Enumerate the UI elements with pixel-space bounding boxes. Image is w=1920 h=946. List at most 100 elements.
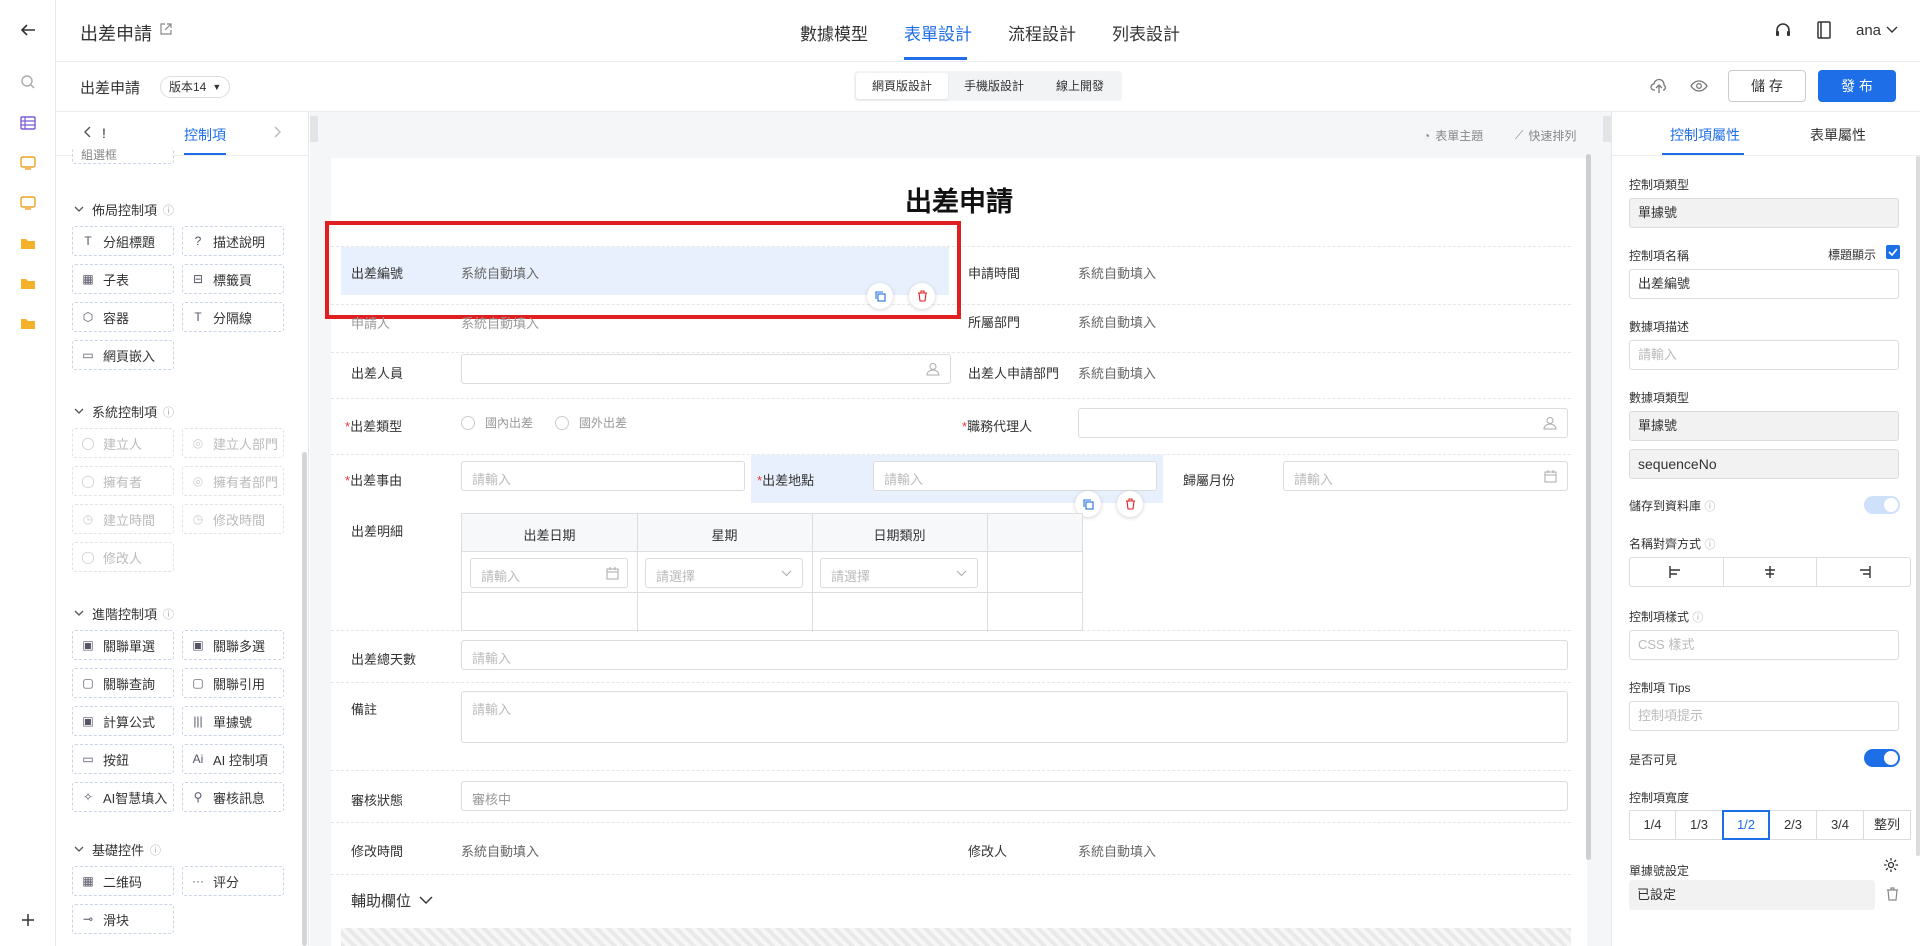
- delete-icon[interactable]: [1117, 491, 1143, 517]
- detail-date-type-select[interactable]: 請選擇: [820, 558, 978, 588]
- collapse-left-handle[interactable]: [310, 116, 318, 142]
- add-icon[interactable]: [16, 908, 40, 932]
- aux-fields-toggle[interactable]: 輔助欄位: [351, 890, 433, 911]
- palette-control-item[interactable]: ◎ 擁有者部門: [182, 466, 284, 496]
- show-title-checkbox[interactable]: [1886, 245, 1900, 259]
- palette-control-item[interactable]: ▦ 二维码: [72, 866, 174, 896]
- book-icon[interactable]: [1816, 21, 1832, 39]
- gear-icon[interactable]: [1883, 857, 1899, 873]
- width-option-1-3[interactable]: 1/3: [1675, 810, 1723, 840]
- palette-control-item[interactable]: ▣ 計算公式: [72, 706, 174, 736]
- props-scrollbar[interactable]: [1916, 156, 1920, 856]
- trash-icon[interactable]: [1886, 887, 1899, 901]
- tab-list-design[interactable]: 列表設計: [1112, 20, 1180, 45]
- mode-mobile[interactable]: 手機版設計: [948, 73, 1040, 99]
- palette-control-item[interactable]: ◷ 修改時間: [182, 504, 284, 534]
- palette-control-item[interactable]: Ai AI 控制項: [182, 744, 284, 774]
- tab-data-model[interactable]: 數據模型: [800, 20, 868, 45]
- palette-control-item[interactable]: T 分組標題: [72, 226, 174, 256]
- chevron-left-icon[interactable]: [84, 126, 92, 138]
- palette-control-item[interactable]: ▣ 關聯單選: [72, 630, 174, 660]
- mode-web[interactable]: 網頁版設計: [856, 73, 949, 99]
- folder-icon-2[interactable]: [16, 271, 40, 295]
- status-input[interactable]: 審核中: [461, 781, 1568, 811]
- save-button[interactable]: 儲 存: [1728, 70, 1806, 102]
- delete-icon[interactable]: [909, 283, 935, 309]
- place-input[interactable]: 請輸入: [873, 461, 1157, 491]
- form-theme-button[interactable]: ◔ 表單主題: [1423, 127, 1483, 144]
- palette-tab-controls[interactable]: 控制項: [184, 125, 226, 145]
- month-date-input[interactable]: 請輸入: [1283, 461, 1568, 491]
- agent-picker[interactable]: [1078, 408, 1568, 438]
- detail-date-input[interactable]: 請輸入: [470, 558, 628, 588]
- form-app-icon[interactable]: [16, 151, 40, 175]
- palette-section-header[interactable]: 系統控制項 ⓘ: [74, 402, 174, 421]
- palette-tab-outline[interactable]: !: [102, 125, 106, 141]
- align-right-icon[interactable]: [1817, 558, 1910, 586]
- radio-domestic[interactable]: 國內出差: [461, 414, 533, 431]
- search-icon[interactable]: [16, 70, 40, 94]
- traveler-picker[interactable]: [461, 354, 951, 384]
- palette-control-item[interactable]: ||| 單據號: [182, 706, 284, 736]
- width-option-3-4[interactable]: 3/4: [1816, 810, 1864, 840]
- tab-form-props[interactable]: 表單屬性: [1810, 125, 1866, 145]
- palette-control-item[interactable]: ✧ AI智慧填入: [72, 782, 174, 812]
- detail-weekday-select[interactable]: 請選擇: [645, 558, 803, 588]
- palette-section-header[interactable]: 佈局控制項 ⓘ: [74, 200, 174, 219]
- tab-flow-design[interactable]: 流程設計: [1008, 20, 1076, 45]
- mode-online-dev[interactable]: 線上開發: [1040, 73, 1120, 99]
- tips-input[interactable]: 控制項提示: [1629, 701, 1899, 731]
- version-select[interactable]: 版本14 ▼: [160, 76, 231, 98]
- css-style-input[interactable]: CSS 樣式: [1629, 630, 1899, 660]
- quick-arrange-button[interactable]: ⟋ 快速排列: [1515, 127, 1576, 144]
- tab-control-props[interactable]: 控制項屬性: [1670, 125, 1740, 145]
- align-center-icon[interactable]: [1724, 558, 1818, 586]
- width-option-1-2[interactable]: 1/2: [1722, 810, 1770, 840]
- palette-control-item[interactable]: ⬡ 容器: [72, 302, 174, 332]
- palette-section-header[interactable]: 進階控制項 ⓘ: [74, 604, 174, 623]
- palette-control-item[interactable]: ? 描述說明: [182, 226, 284, 256]
- palette-control-item[interactable]: ◎ 建立人部門: [182, 428, 284, 458]
- palette-control-item[interactable]: ◯ 修改人: [72, 542, 174, 572]
- form-app-icon-2[interactable]: [16, 191, 40, 215]
- palette-control-item[interactable]: ◯ 擁有者: [72, 466, 174, 496]
- control-name-input[interactable]: 出差編號: [1629, 269, 1899, 299]
- palette-control-item[interactable]: ▢ 關聯查詢: [72, 668, 174, 698]
- palette-control-item[interactable]: ▢ 關聯引用: [182, 668, 284, 698]
- width-option-full[interactable]: 整列: [1863, 810, 1911, 840]
- remark-textarea[interactable]: 請輸入: [461, 691, 1568, 743]
- palette-control-item[interactable]: ▣ 關聯多選: [182, 630, 284, 660]
- palette-control-item[interactable]: ⊟ 標籤頁: [182, 264, 284, 294]
- total-days-input[interactable]: 請輸入: [461, 640, 1568, 670]
- chevron-right-icon[interactable]: [273, 126, 281, 138]
- width-option-1-4[interactable]: 1/4: [1629, 810, 1676, 840]
- collapse-right-handle[interactable]: [1603, 116, 1611, 142]
- external-link-icon[interactable]: [160, 23, 172, 35]
- width-option-2-3[interactable]: 2/3: [1769, 810, 1817, 840]
- palette-scrollbar[interactable]: [302, 452, 307, 946]
- copy-icon[interactable]: [867, 283, 893, 309]
- publish-button[interactable]: 發 布: [1818, 70, 1896, 102]
- reason-input[interactable]: 請輸入: [461, 461, 745, 491]
- cloud-upload-icon[interactable]: [1650, 78, 1668, 94]
- palette-item-cut[interactable]: 組選框: [72, 148, 174, 164]
- palette-control-item[interactable]: T 分隔線: [182, 302, 284, 332]
- back-arrow-icon[interactable]: [16, 18, 40, 42]
- palette-control-item[interactable]: ··· 评分: [182, 866, 284, 896]
- preview-eye-icon[interactable]: [1690, 79, 1708, 93]
- folder-icon[interactable]: [16, 231, 40, 255]
- headset-icon[interactable]: [1774, 21, 1792, 39]
- palette-control-item[interactable]: ▭ 按鈕: [72, 744, 174, 774]
- tab-form-design[interactable]: 表單設計: [904, 20, 972, 45]
- palette-control-item[interactable]: ◷ 建立時間: [72, 504, 174, 534]
- palette-control-item[interactable]: ⚲ 審核訊息: [182, 782, 284, 812]
- align-left-icon[interactable]: [1630, 558, 1724, 586]
- canvas-scrollbar[interactable]: [1586, 154, 1591, 860]
- palette-control-item[interactable]: ▭ 網頁嵌入: [72, 340, 174, 370]
- visible-toggle[interactable]: [1864, 749, 1900, 767]
- folder-icon-3[interactable]: [16, 311, 40, 335]
- radio-overseas[interactable]: 國外出差: [555, 414, 627, 431]
- user-name[interactable]: ana: [1856, 22, 1881, 39]
- store-db-toggle[interactable]: [1864, 496, 1900, 514]
- chevron-down-icon[interactable]: [1886, 26, 1898, 34]
